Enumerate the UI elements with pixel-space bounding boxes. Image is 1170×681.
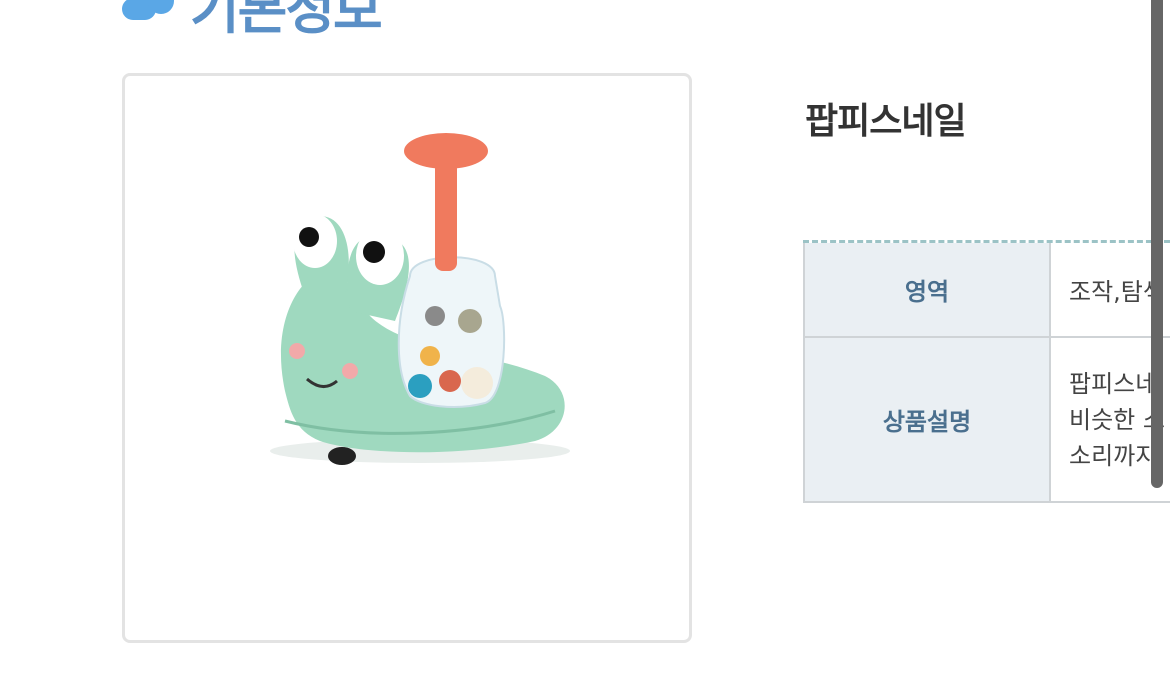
product-image-frame bbox=[122, 73, 692, 643]
cloud-icon bbox=[122, 0, 176, 24]
table-header-cell: 상품설명 bbox=[803, 338, 1051, 501]
info-table: 영역 조작,탐색 상품설명 팝피스네 비슷한 소 소리까지 bbox=[803, 240, 1170, 503]
table-header-cell: 영역 bbox=[803, 243, 1051, 336]
vertical-scrollbar[interactable] bbox=[1151, 0, 1163, 488]
table-row: 영역 조작,탐색 bbox=[803, 243, 1170, 338]
table-row: 상품설명 팝피스네 비슷한 소 소리까지 bbox=[803, 338, 1170, 503]
product-image[interactable] bbox=[245, 121, 585, 481]
product-name: 팝피스네일 bbox=[805, 101, 967, 142]
section-title: 기본정보 bbox=[190, 0, 383, 41]
section-heading: 기본정보 bbox=[122, 0, 383, 41]
